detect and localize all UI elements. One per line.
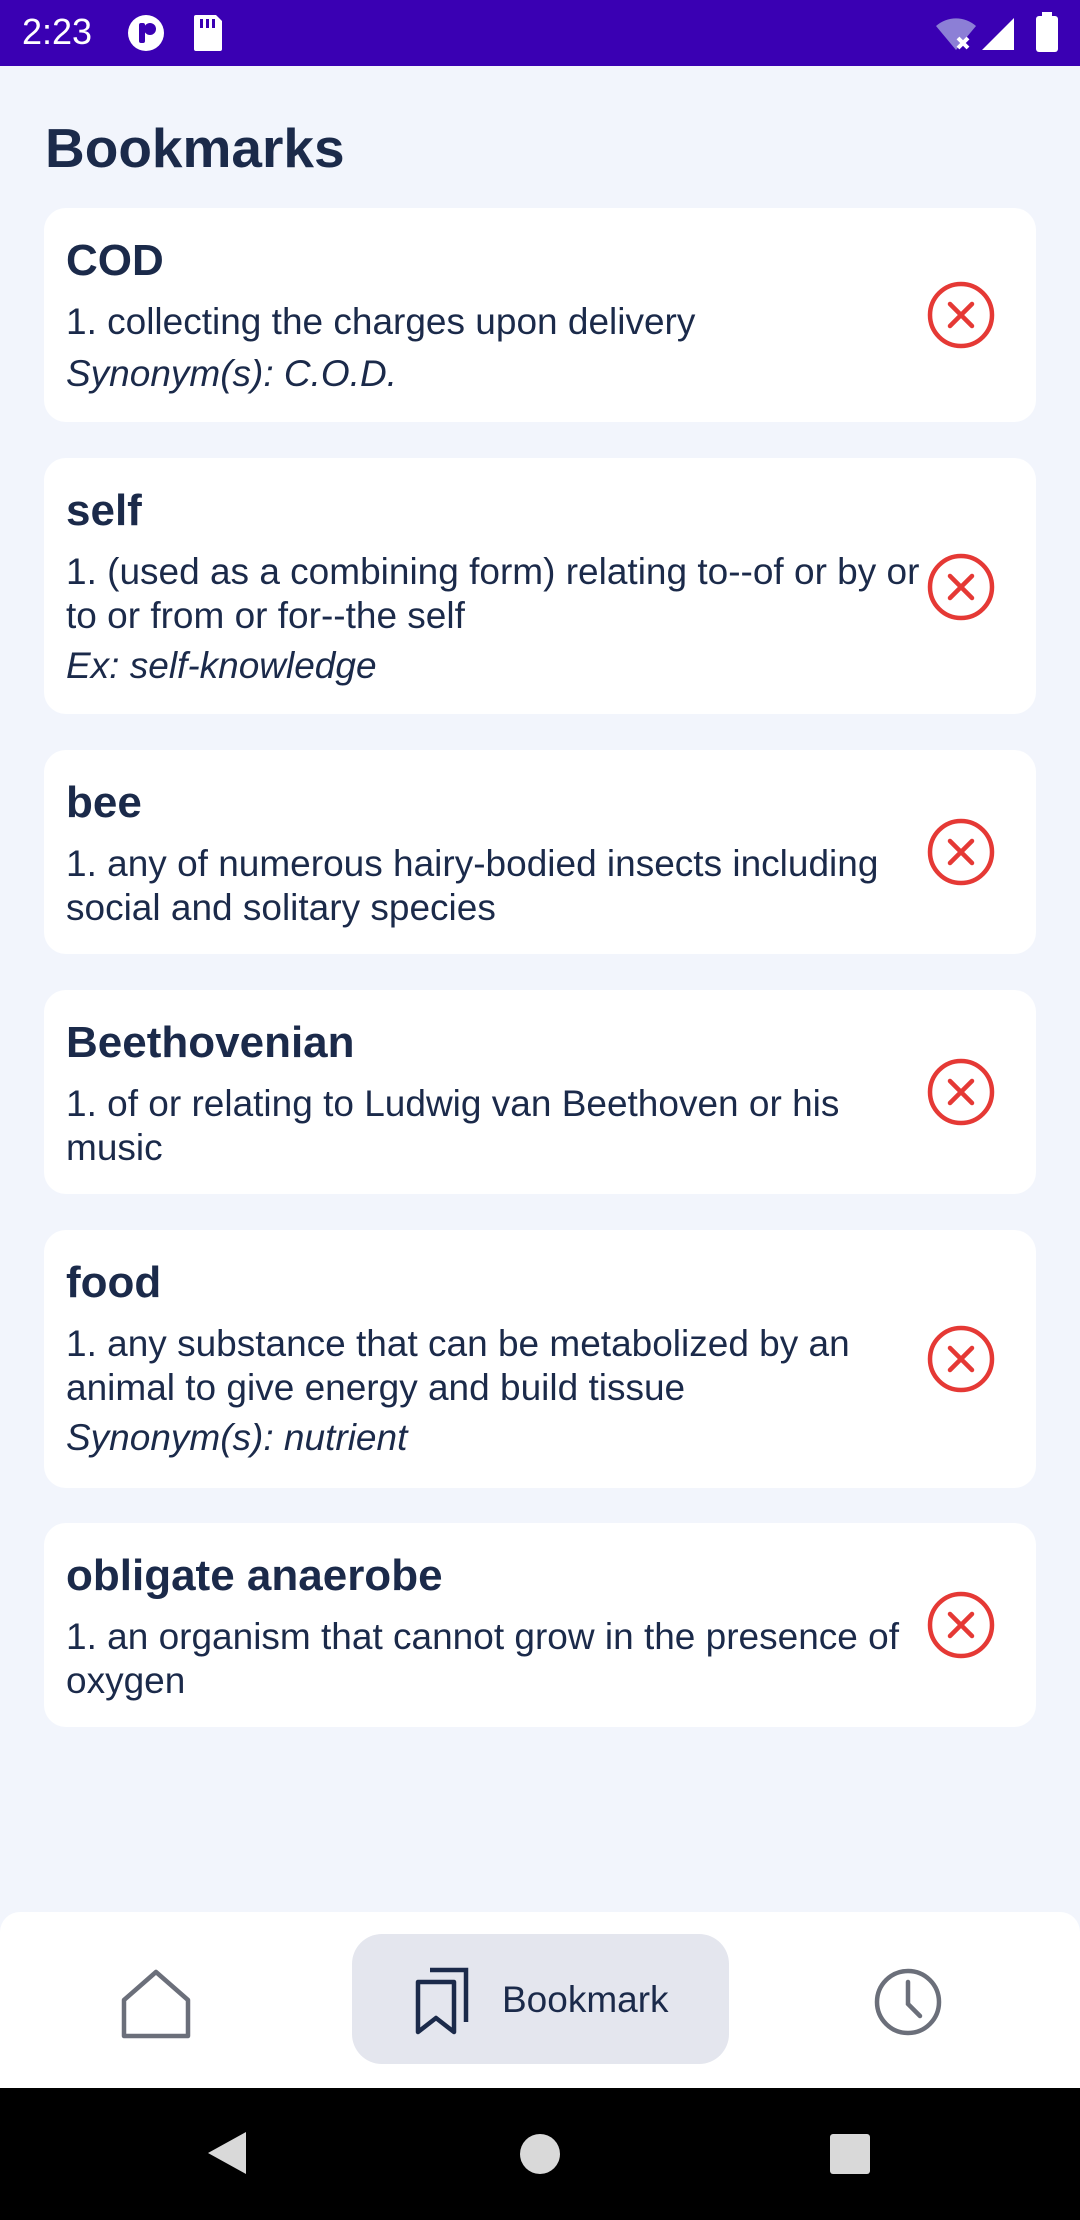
bookmark-card[interactable]: obligate anaerobe 1. an organism that ca… — [44, 1523, 1036, 1727]
wifi-icon — [934, 16, 978, 57]
bookmark-word: Beethovenian — [66, 1018, 355, 1067]
bookmark-card[interactable]: bee 1. any of numerous hairy-bodied inse… — [44, 750, 1036, 954]
nav-history-button[interactable] — [872, 1966, 944, 2038]
remove-bookmark-button[interactable] — [926, 552, 996, 622]
close-circle-icon — [927, 1591, 995, 1659]
system-back-button[interactable] — [202, 2128, 250, 2183]
nav-bookmark-label: Bookmark — [502, 1979, 669, 2020]
remove-bookmark-button[interactable] — [926, 280, 996, 350]
bookmark-word: self — [66, 486, 142, 535]
bookmark-word: food — [66, 1258, 162, 1307]
bookmark-word: bee — [66, 778, 142, 827]
bookmark-card[interactable]: Beethovenian 1. of or relating to Ludwig… — [44, 990, 1036, 1194]
remove-bookmark-button[interactable] — [926, 1324, 996, 1394]
status-bar: 2:23 — [0, 0, 1080, 66]
bookmark-icon — [415, 1967, 469, 2035]
close-circle-icon — [927, 818, 995, 886]
system-navigation-bar — [0, 2088, 1080, 2220]
remove-bookmark-button[interactable] — [926, 1057, 996, 1127]
system-recents-button[interactable] — [828, 2132, 872, 2181]
page-title: Bookmarks — [45, 117, 345, 179]
close-circle-icon — [927, 1058, 995, 1126]
signal-icon — [980, 16, 1016, 57]
bookmark-card[interactable]: COD 1. collecting the charges upon deliv… — [44, 208, 1036, 422]
status-time: 2:23 — [22, 11, 93, 52]
bookmark-word: COD — [66, 236, 164, 285]
bookmark-synonyms: Synonym(s): C.O.D. — [66, 353, 397, 394]
bookmark-definition: 1. any substance that can be metabolized… — [66, 1323, 850, 1408]
close-circle-icon — [927, 1325, 995, 1393]
history-icon — [874, 1968, 942, 2036]
bookmark-card[interactable]: self 1. (used as a combining form) relat… — [44, 458, 1036, 714]
bookmark-definition: 1. of or relating to Ludwig van Beethove… — [66, 1083, 840, 1168]
bookmark-definition: 1. (used as a combining form) relating t… — [66, 551, 920, 636]
remove-bookmark-button[interactable] — [926, 1590, 996, 1660]
close-circle-icon — [927, 553, 995, 621]
bookmark-card[interactable]: food 1. any substance that can be metabo… — [44, 1230, 1036, 1488]
system-home-button[interactable] — [518, 2132, 562, 2181]
back-triangle-icon — [208, 2132, 246, 2174]
battery-icon — [1036, 12, 1058, 57]
sd-card-icon — [192, 13, 224, 58]
bookmark-definition: 1. an organism that cannot grow in the p… — [66, 1616, 900, 1701]
close-circle-icon — [927, 281, 995, 349]
nav-bookmark-button[interactable]: Bookmark — [352, 1934, 729, 2064]
home-icon — [121, 1969, 191, 2039]
bookmark-synonyms: Synonym(s): nutrient — [66, 1417, 408, 1458]
bookmark-word: obligate anaerobe — [66, 1551, 443, 1600]
bottom-navigation: Bookmark — [0, 1912, 1080, 2088]
bookmark-definition: 1. any of numerous hairy-bodied insects … — [66, 843, 879, 928]
bookmark-definition: 1. collecting the charges upon delivery — [66, 301, 696, 342]
bookmark-example: Ex: self-knowledge — [66, 645, 377, 686]
remove-bookmark-button[interactable] — [926, 817, 996, 887]
nav-home-button[interactable] — [118, 1966, 194, 2042]
app-notification-icon — [126, 13, 166, 58]
home-circle-icon — [520, 2134, 560, 2174]
recents-square-icon — [830, 2134, 870, 2174]
